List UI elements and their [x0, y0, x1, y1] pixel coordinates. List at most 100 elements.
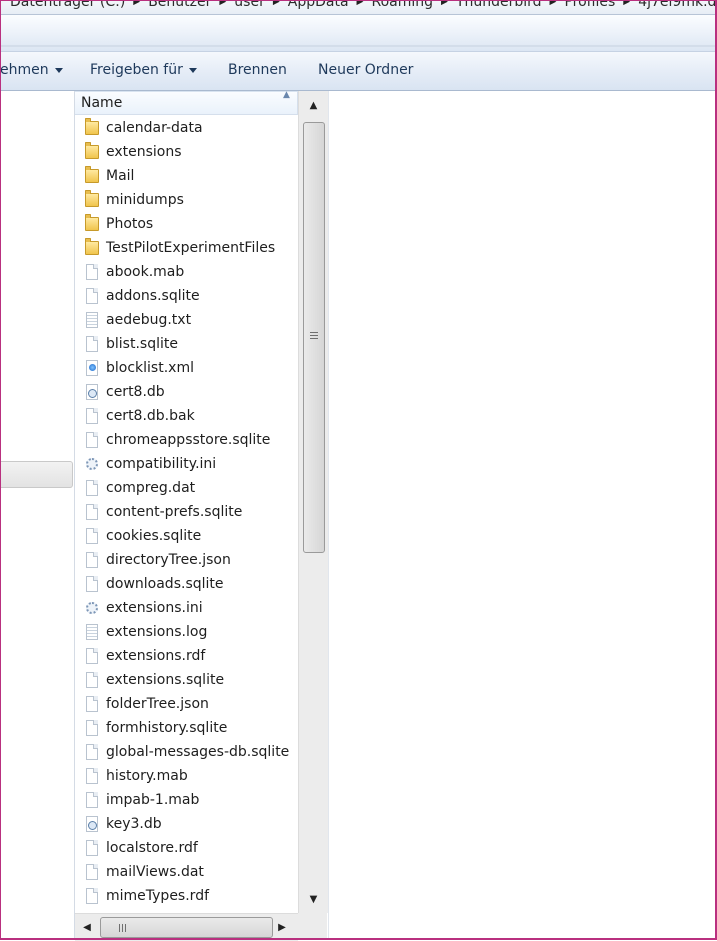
- breadcrumb-item[interactable]: Datenträger (C:): [10, 0, 125, 10]
- file-name: extensions.log: [106, 624, 208, 640]
- file-name: impab-1.mab: [106, 792, 200, 808]
- breadcrumb-item[interactable]: AppData: [288, 0, 349, 10]
- list-item[interactable]: minidumps: [75, 188, 298, 212]
- list-item[interactable]: key3.db: [75, 812, 298, 836]
- settings-file-icon: [84, 455, 100, 473]
- horizontal-scroll-thumb[interactable]: [100, 917, 273, 938]
- list-item[interactable]: mimeTypes.rdf: [75, 884, 298, 908]
- folder-icon: [84, 238, 100, 257]
- chevron-down-icon: [188, 68, 197, 73]
- breadcrumb-separator-icon[interactable]: ▶: [273, 0, 280, 7]
- list-item[interactable]: history.mab: [75, 764, 298, 788]
- file-name: downloads.sqlite: [106, 576, 224, 592]
- address-bar[interactable]: Datenträger (C:) ▶ Benutzer ▶ user ▶ AppData ▶ R…: [0, 0, 717, 15]
- breadcrumb-item[interactable]: user: [234, 0, 265, 10]
- list-item[interactable]: localstore.rdf: [75, 836, 298, 860]
- list-item[interactable]: chromeappsstore.sqlite: [75, 428, 298, 452]
- list-item[interactable]: extensions.log: [75, 620, 298, 644]
- file-name: extensions.sqlite: [106, 672, 225, 688]
- list-item[interactable]: TestPilotExperimentFiles: [75, 236, 298, 260]
- scroll-left-arrow-icon[interactable]: ◀: [75, 914, 99, 941]
- list-item[interactable]: extensions: [75, 140, 298, 164]
- list-item[interactable]: content-prefs.sqlite: [75, 500, 298, 524]
- file-icon: [84, 263, 100, 281]
- nav-selected-item[interactable]: [0, 461, 73, 488]
- horizontal-scrollbar[interactable]: ◀ ▶: [75, 913, 298, 941]
- scroll-grip-icon: [119, 924, 128, 932]
- breadcrumb-item[interactable]: Thunderbird: [456, 0, 542, 10]
- list-item[interactable]: directoryTree.json: [75, 548, 298, 572]
- file-name: content-prefs.sqlite: [106, 504, 243, 520]
- list-item[interactable]: cert8.db: [75, 380, 298, 404]
- band-divider: [0, 45, 717, 47]
- file-icon: [84, 647, 100, 665]
- list-item[interactable]: folderTree.json: [75, 692, 298, 716]
- file-icon: [84, 479, 100, 497]
- list-item[interactable]: extensions.rdf: [75, 644, 298, 668]
- sort-ascending-icon: ▲: [283, 90, 290, 100]
- breadcrumb-item[interactable]: 4j7el9mk.de: [638, 0, 717, 10]
- breadcrumb-item[interactable]: Benutzer: [148, 0, 211, 10]
- file-name: abook.mab: [106, 264, 185, 280]
- list-item[interactable]: global-messages-db.sqlite: [75, 740, 298, 764]
- list-item[interactable]: Photos: [75, 212, 298, 236]
- file-icon: [84, 551, 100, 569]
- file-name: calendar-data: [106, 120, 203, 136]
- db-file-icon: [84, 815, 100, 833]
- scroll-up-arrow-icon[interactable]: ▲: [299, 91, 328, 119]
- list-item[interactable]: downloads.sqlite: [75, 572, 298, 596]
- file-name: extensions.rdf: [106, 648, 206, 664]
- breadcrumb-separator-icon[interactable]: ▶: [133, 0, 140, 7]
- scroll-down-arrow-icon[interactable]: ▼: [299, 885, 328, 913]
- breadcrumb-item[interactable]: Roaming: [371, 0, 433, 10]
- list-item[interactable]: aedebug.txt: [75, 308, 298, 332]
- xml-file-icon: [84, 359, 100, 377]
- list-item[interactable]: mailViews.dat: [75, 860, 298, 884]
- navigation-pane[interactable]: [0, 91, 75, 940]
- organize-menu-button[interactable]: ehmen: [0, 62, 63, 78]
- file-list: calendar-data extensions Mail minidumps Phot…: [75, 116, 298, 908]
- file-icon: [84, 671, 100, 689]
- file-icon: [84, 527, 100, 545]
- list-item[interactable]: cookies.sqlite: [75, 524, 298, 548]
- file-name: history.mab: [106, 768, 188, 784]
- breadcrumb-item[interactable]: Profiles: [564, 0, 615, 10]
- breadcrumb-separator-icon[interactable]: ▶: [623, 0, 630, 7]
- vertical-scroll-thumb[interactable]: [303, 122, 325, 553]
- column-header-name[interactable]: Name ▲: [75, 90, 298, 115]
- breadcrumb-separator-icon[interactable]: ▶: [550, 0, 557, 7]
- scroll-grip-icon: [310, 332, 318, 341]
- breadcrumb: Datenträger (C:) ▶ Benutzer ▶ user ▶ AppData ▶ R…: [4, 0, 717, 10]
- scroll-right-arrow-icon[interactable]: ▶: [270, 914, 294, 941]
- vertical-scrollbar[interactable]: ▲ ▼: [298, 91, 328, 913]
- file-icon: [84, 287, 100, 305]
- content-pane[interactable]: [328, 91, 717, 940]
- breadcrumb-separator-icon[interactable]: ▶: [357, 0, 364, 7]
- list-item[interactable]: cert8.db.bak: [75, 404, 298, 428]
- list-item[interactable]: blist.sqlite: [75, 332, 298, 356]
- command-toolbar: ehmen Freigeben für Brennen Neuer Ordner: [0, 52, 717, 91]
- new-folder-label: Neuer Ordner: [318, 62, 414, 78]
- list-item[interactable]: compreg.dat: [75, 476, 298, 500]
- burn-button[interactable]: Brennen: [228, 62, 287, 78]
- file-name: extensions.ini: [106, 600, 203, 616]
- list-item[interactable]: abook.mab: [75, 260, 298, 284]
- list-item[interactable]: impab-1.mab: [75, 788, 298, 812]
- file-name: minidumps: [106, 192, 184, 208]
- file-list-pane[interactable]: Name ▲ calendar-data extensions Mail minidu…: [75, 90, 328, 941]
- file-name: addons.sqlite: [106, 288, 200, 304]
- file-name: global-messages-db.sqlite: [106, 744, 290, 760]
- list-item[interactable]: compatibility.ini: [75, 452, 298, 476]
- list-item[interactable]: formhistory.sqlite: [75, 716, 298, 740]
- list-item[interactable]: addons.sqlite: [75, 284, 298, 308]
- breadcrumb-separator-icon[interactable]: ▶: [219, 0, 226, 7]
- list-item[interactable]: Mail: [75, 164, 298, 188]
- new-folder-button[interactable]: Neuer Ordner: [318, 62, 413, 78]
- list-item[interactable]: extensions.sqlite: [75, 668, 298, 692]
- list-item[interactable]: calendar-data: [75, 116, 298, 140]
- list-item[interactable]: blocklist.xml: [75, 356, 298, 380]
- breadcrumb-separator-icon[interactable]: ▶: [441, 0, 448, 7]
- burn-label: Brennen: [228, 62, 287, 78]
- share-menu-button[interactable]: Freigeben für: [90, 62, 197, 78]
- list-item[interactable]: extensions.ini: [75, 596, 298, 620]
